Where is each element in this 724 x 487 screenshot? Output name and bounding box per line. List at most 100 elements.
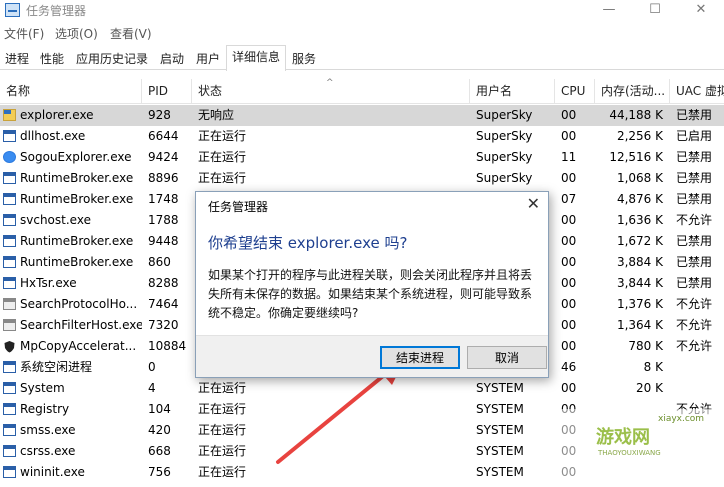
end-process-button[interactable]: 结束进程 [380,346,460,369]
table-row[interactable]: System 4 正在运行 SYSTEM 00 20 K [0,378,724,399]
cell-name: svchost.exe [20,213,91,227]
cell-user: SuperSky [476,108,533,122]
tab-performance[interactable]: 性能 [34,47,70,70]
col-cpu[interactable]: CPU [555,79,595,104]
cell-uac: 已禁用 [676,108,713,122]
watermark-brand: 游戏网 [596,427,650,448]
watermark-logo: 游戏网 THAOYOUXIWANG xiayx.com [546,409,724,487]
menu-options[interactable]: 选项(O) [55,25,98,42]
minimize-button[interactable]: — [586,0,632,22]
end-process-dialog: 任务管理器 ✕ 你希望结束 explorer.exe 吗? 如果某个打开的程序与… [195,191,549,378]
cell-cpu: 11 [561,150,577,164]
cell-pid: 9448 [148,234,179,248]
col-name[interactable]: 名称 [0,79,142,104]
cell-uac [670,357,724,378]
table-row[interactable]: SogouExplorer.exe 9424 正在运行 SuperSky 11 12,51… [0,147,724,168]
cell-pid: 1788 [148,213,179,227]
cell-cpu: 00 [561,318,577,332]
cell-cpu: 00 [561,276,577,290]
cell-status: 正在运行 [198,423,247,437]
cell-status: 正在运行 [198,150,247,164]
cell-pid: 1748 [148,192,179,206]
cell-name: MpCopyAccelerat... [20,339,137,353]
cell-uac: 不允许 [676,297,713,311]
col-pid[interactable]: PID [142,79,192,104]
cell-pid: 7464 [148,297,179,311]
cell-pid: 6644 [148,129,179,143]
cell-cpu: 00 [561,213,577,227]
column-header: 名称 PID 状态 用户名 CPU 内存(活动... UAC 虚拟... [0,79,724,104]
close-button[interactable]: ✕ [678,0,724,22]
cell-cpu: 00 [561,234,577,248]
dialog-title: 任务管理器 [208,200,269,214]
cell-name: 系统空闲进程 [20,360,93,374]
cell-name: smss.exe [20,423,76,437]
cell-user: SuperSky [476,129,533,143]
cell-name: RuntimeBroker.exe [20,234,134,248]
cell-memory: 780 K [628,339,663,353]
cell-pid: 860 [148,255,171,269]
cell-memory: 1,068 K [616,171,663,185]
col-user[interactable]: 用户名 [470,79,555,104]
cell-uac [670,378,724,399]
cell-name: SogouExplorer.exe [20,150,132,164]
tab-details[interactable]: 详细信息 [226,45,286,71]
cell-pid: 8896 [148,171,179,185]
cell-uac: 已启用 [676,129,713,143]
cancel-button[interactable]: 取消 [467,346,547,369]
tab-startup[interactable]: 启动 [154,47,190,70]
tab-users[interactable]: 用户 [190,47,226,70]
cell-user: SuperSky [476,150,533,164]
title-bar: 任务管理器 — ☐ ✕ [0,0,724,22]
cell-cpu: 00 [561,339,577,353]
cell-name: RuntimeBroker.exe [20,192,134,206]
cell-uac: 不允许 [676,318,713,332]
cell-cpu: 07 [561,192,577,206]
cell-cpu: 00 [561,129,577,143]
tab-services[interactable]: 服务 [286,47,322,70]
cell-name: SearchFilterHost.exe [20,318,142,332]
cell-status: 正在运行 [198,444,247,458]
cell-pid: 668 [148,444,171,458]
cell-pid: 756 [148,465,171,479]
tab-processes[interactable]: 进程 [0,47,34,70]
cell-status: 正在运行 [198,381,247,395]
cell-name: SearchProtocolHo... [20,297,138,311]
cell-user: SYSTEM [476,444,524,458]
cell-memory: 44,188 K [609,108,663,122]
tab-app-history[interactable]: 应用历史记录 [70,47,154,70]
cell-pid: 7320 [148,318,179,332]
cell-pid: 4 [148,381,156,395]
cell-cpu: 00 [561,171,577,185]
menu-view[interactable]: 查看(V) [110,25,152,42]
dialog-message: 如果某个打开的程序与此进程关联，则会关闭此程序并且将丢失所有未保存的数据。如果结… [208,268,533,320]
tab-bar: 进程 性能 应用历史记录 启动 用户 详细信息 服务 [0,45,724,71]
cell-status: 正在运行 [198,171,247,185]
cell-cpu: 00 [561,255,577,269]
task-manager-icon [5,3,20,17]
cell-name: RuntimeBroker.exe [20,171,134,185]
col-uac[interactable]: UAC 虚拟... [670,79,724,104]
cell-name: HxTsr.exe [20,276,77,290]
cell-uac: 不允许 [676,339,713,353]
table-row[interactable]: explorer.exe 928 无响应 SuperSky 00 44,188 K 已禁用 [0,105,724,126]
cell-memory: 20 K [636,381,663,395]
watermark-domain: xiayx.com [658,414,705,424]
window-title: 任务管理器 [26,4,87,18]
cell-uac: 已禁用 [676,255,713,269]
table-row[interactable]: dllhost.exe 6644 正在运行 SuperSky 00 2,256 K 已启用 [0,126,724,147]
cell-pid: 420 [148,423,171,437]
maximize-button[interactable]: ☐ [632,0,678,22]
col-memory[interactable]: 内存(活动... [595,79,670,104]
cell-status: 正在运行 [198,465,247,479]
cell-uac: 已禁用 [676,192,713,206]
cell-memory: 2,256 K [616,129,663,143]
dialog-close-icon[interactable]: ✕ [527,194,540,213]
menu-file[interactable]: 文件(F) [4,25,44,42]
cell-memory: 3,844 K [616,276,663,290]
col-status[interactable]: 状态 [192,79,470,104]
cell-name: csrss.exe [20,444,76,458]
dialog-heading: 你希望结束 explorer.exe 吗? [208,234,408,252]
table-row[interactable]: RuntimeBroker.exe 8896 正在运行 SuperSky 00 1,068… [0,168,724,189]
cell-pid: 104 [148,402,171,416]
